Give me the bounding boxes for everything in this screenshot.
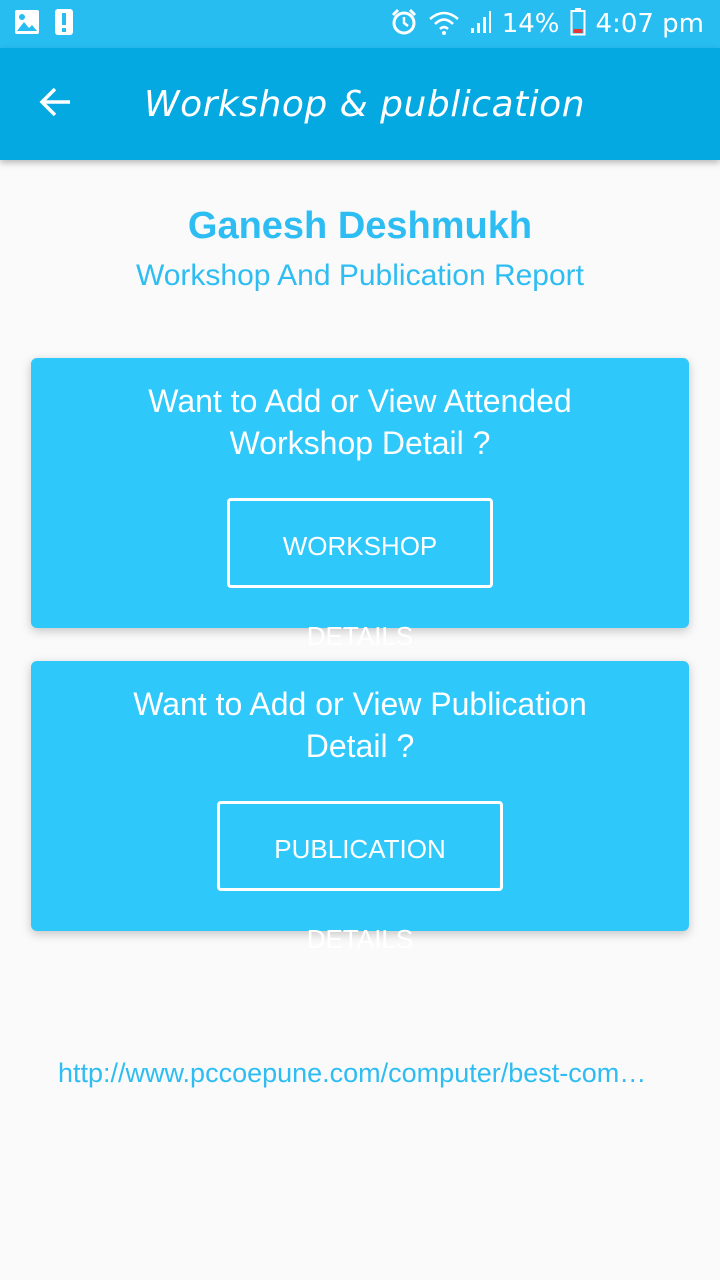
workshop-card: Want to Add or View Attended Workshop De… — [31, 358, 689, 651]
publication-question: Want to Add or View Publication Detail ? — [133, 686, 587, 764]
status-left-icons — [14, 8, 74, 41]
image-icon — [14, 9, 40, 40]
app-bar-title: Workshop & publication — [144, 83, 586, 125]
back-button[interactable] — [16, 64, 96, 144]
battery-icon — [570, 7, 586, 41]
user-name: Ganesh Deshmukh — [187, 205, 533, 247]
arrow-left-icon — [38, 84, 74, 125]
publication-card: Want to Add or View Publication Detail ?… — [31, 661, 689, 954]
footer-link[interactable]: http://www.pccoepune.com/computer/best-c… — [58, 1058, 658, 1089]
publication-details-button[interactable]: PUBLICATION DETAILS — [217, 801, 503, 954]
report-subtitle: Workshop And Publication Report — [135, 259, 585, 292]
workshop-question: Want to Add or View Attended Workshop De… — [148, 383, 572, 461]
battery-percent: 14% — [501, 9, 560, 39]
signal-icon — [470, 10, 492, 39]
status-right-icons: 14% 4:07 pm — [390, 7, 704, 41]
app-bar: Workshop & publication — [0, 48, 720, 160]
clock: 4:07 pm — [595, 9, 704, 39]
alert-icon — [54, 8, 74, 41]
workshop-details-button[interactable]: WORKSHOP DETAILS — [227, 498, 493, 651]
status-bar: 14% 4:07 pm — [0, 0, 720, 48]
wifi-icon — [428, 9, 460, 40]
alarm-icon — [390, 8, 418, 41]
